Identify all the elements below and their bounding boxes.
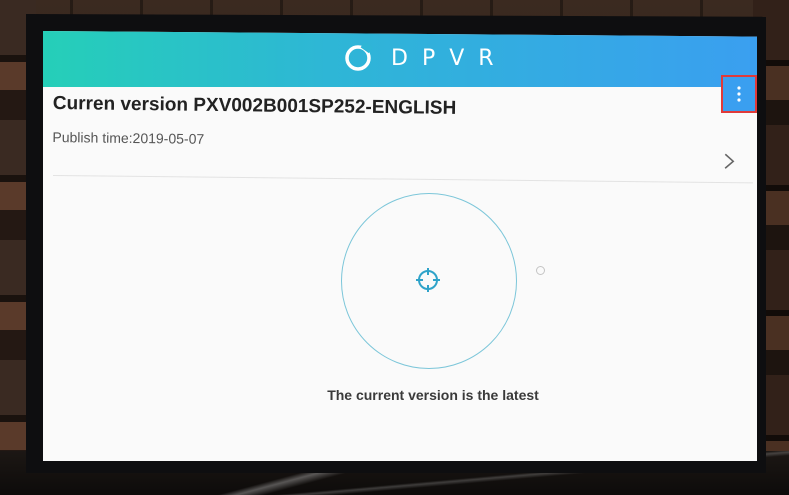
- update-status-text: The current version is the latest: [327, 387, 539, 403]
- version-info-row[interactable]: Curren version PXV002B001SP252-ENGLISH P…: [52, 93, 743, 185]
- current-version-label: Curren version PXV002B001SP252-ENGLISH: [52, 93, 457, 119]
- more-vertical-icon: [737, 86, 741, 102]
- brand-logo: DPVR: [343, 43, 508, 73]
- gaze-pointer-dot: [536, 266, 545, 275]
- publish-time-label: Publish time:2019-05-07: [52, 128, 205, 147]
- app-header: DPVR: [43, 31, 757, 87]
- dpvr-logo-icon: [345, 43, 373, 71]
- chevron-right-icon: [724, 153, 735, 169]
- brand-name: DPVR: [391, 45, 508, 71]
- system-update-screen: DPVR Curren version PXV002B001SP252-ENGL…: [43, 31, 757, 461]
- crosshair-icon: [416, 268, 440, 292]
